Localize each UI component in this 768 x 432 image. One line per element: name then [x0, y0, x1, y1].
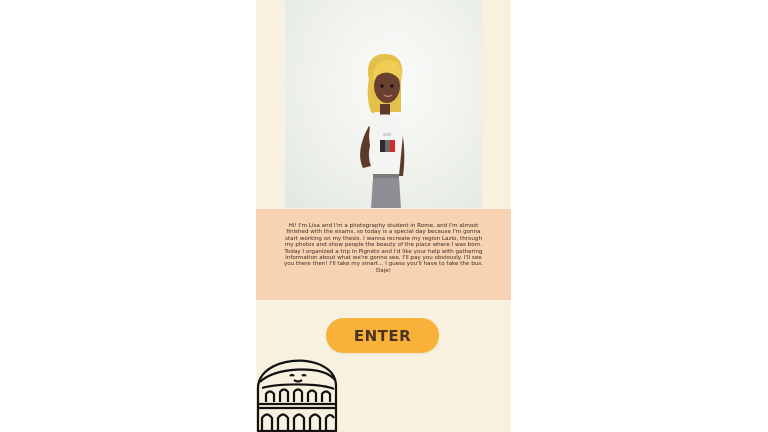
story-paragraph-1: Hi! I'm Lisa and I'm a photography stude…	[284, 223, 483, 249]
story-paragraph-2: Today I organized a trip in Pigneto and …	[283, 248, 484, 274]
intro-screen: Hi! I'm Lisa and I'm a photography stude…	[256, 0, 511, 432]
avatar-lisa-illustration	[360, 54, 405, 208]
intro-story-panel: Hi! I'm Lisa and I'm a photography stude…	[256, 209, 511, 300]
character-portrait	[285, 0, 482, 208]
enter-button[interactable]: ENTER	[326, 318, 439, 353]
colosseum-icon	[256, 358, 338, 432]
